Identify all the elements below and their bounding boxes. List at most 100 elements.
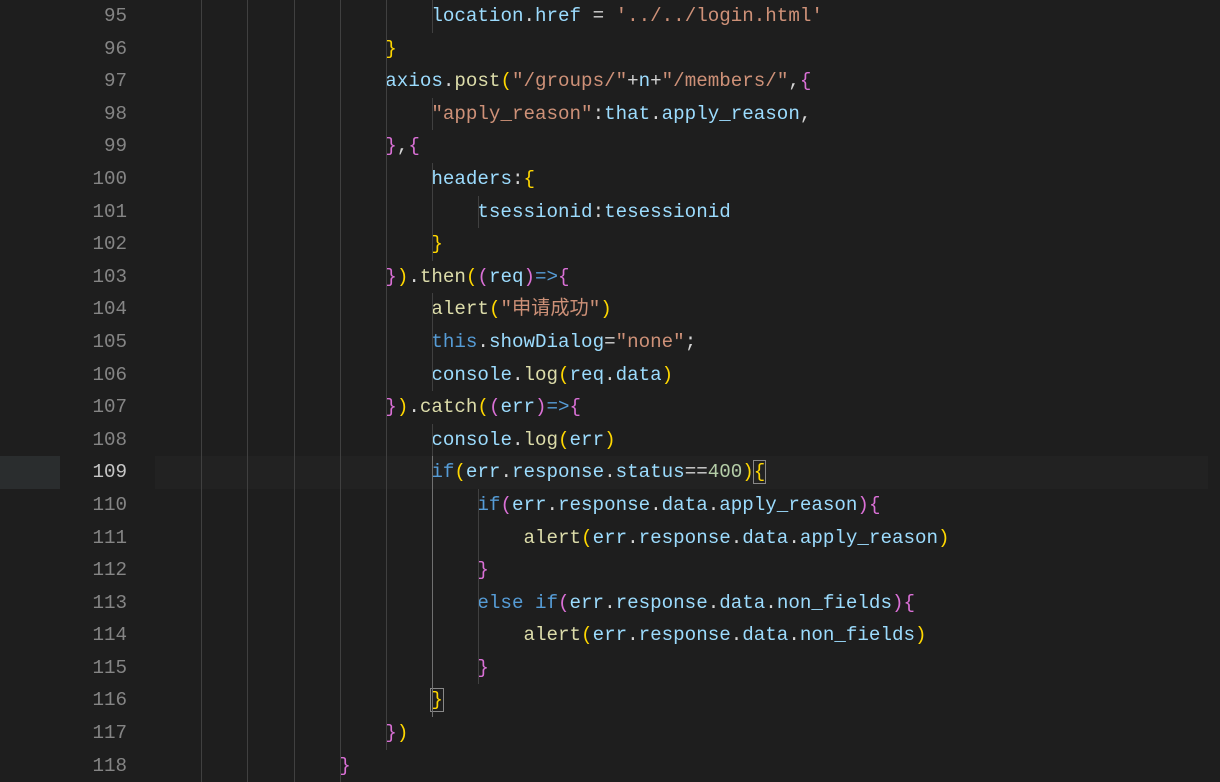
code-line[interactable]: alert(err.response.data.non_fields) — [155, 619, 1220, 652]
line-number: 112 — [0, 554, 127, 587]
indent-guide — [201, 130, 202, 163]
code-line[interactable]: this.showDialog="none"; — [155, 326, 1220, 359]
token-ybrace: ( — [466, 266, 478, 288]
code-line[interactable]: if(err.response.status==400){ — [155, 456, 1220, 489]
indent-guide — [294, 391, 295, 424]
code-line[interactable]: console.log(err) — [155, 424, 1220, 457]
indent-guide — [386, 33, 387, 66]
token-punc: . — [500, 461, 512, 483]
code-line[interactable]: } — [155, 228, 1220, 261]
token-prop: response — [558, 494, 650, 516]
code-line[interactable]: } — [155, 652, 1220, 685]
indent-guide — [247, 65, 248, 98]
indent-guide — [294, 359, 295, 392]
indent-guide — [386, 228, 387, 261]
indent-guide — [247, 489, 248, 522]
token-pbrace: ) — [523, 266, 535, 288]
token-op: + — [627, 70, 639, 92]
token-var: err — [466, 461, 501, 483]
indent-guide — [201, 652, 202, 685]
token-punc: . — [650, 103, 662, 125]
indent-guide — [294, 424, 295, 457]
indent-guide — [386, 261, 387, 294]
code-line[interactable]: location.href = '../../login.html' — [155, 0, 1220, 33]
indent-guide — [340, 293, 341, 326]
indent-guide — [294, 33, 295, 66]
token-punc: . — [788, 527, 800, 549]
code-line[interactable]: } — [155, 554, 1220, 587]
indent-guide — [386, 522, 387, 555]
code-line[interactable]: } — [155, 750, 1220, 782]
indent-guide — [478, 554, 479, 587]
token-var: that — [604, 103, 650, 125]
token-punc: . — [408, 396, 420, 418]
indent-guide — [478, 587, 479, 620]
code-line[interactable]: }).then((req)=>{ — [155, 261, 1220, 294]
code-line[interactable]: },{ — [155, 130, 1220, 163]
token-func: alert — [523, 527, 581, 549]
indent-guide — [386, 98, 387, 131]
code-line[interactable]: }) — [155, 717, 1220, 750]
token-func: log — [523, 429, 558, 451]
code-line[interactable]: } — [155, 684, 1220, 717]
code-line[interactable]: else if(err.response.data.non_fields){ — [155, 587, 1220, 620]
token-punc: . — [523, 5, 535, 27]
indent-guide — [386, 684, 387, 717]
indent-guide — [340, 717, 341, 750]
indent-guide — [201, 489, 202, 522]
token-punc: . — [604, 364, 616, 386]
code-line[interactable]: console.log(req.data) — [155, 359, 1220, 392]
indent-guide — [201, 717, 202, 750]
token-kw: => — [535, 266, 558, 288]
code-line[interactable]: axios.post("/groups/"+n+"/members/",{ — [155, 65, 1220, 98]
token-str: "申请成功" — [500, 298, 600, 320]
code-line[interactable]: }).catch((err)=>{ — [155, 391, 1220, 424]
indent-guide — [432, 0, 433, 33]
code-line[interactable]: alert(err.response.data.apply_reason) — [155, 522, 1220, 555]
token-prop: status — [616, 461, 685, 483]
code-line[interactable]: headers:{ — [155, 163, 1220, 196]
code-line[interactable]: "apply_reason":that.apply_reason, — [155, 98, 1220, 131]
indent-guide — [340, 261, 341, 294]
token-kw: if — [431, 461, 454, 483]
indent-guide — [432, 326, 433, 359]
indent-guide — [201, 619, 202, 652]
indent-guide — [247, 359, 248, 392]
token-var: err — [593, 527, 628, 549]
indent-guide — [294, 98, 295, 131]
indent-guide — [340, 554, 341, 587]
line-number: 107 — [0, 391, 127, 424]
indent-guide — [386, 587, 387, 620]
token-pbrace: ) — [535, 396, 547, 418]
indent-guide — [340, 391, 341, 424]
line-number: 114 — [0, 619, 127, 652]
token-ybrace: ( — [500, 70, 512, 92]
code-editor[interactable]: 9596979899100101102103104105106107108109… — [0, 0, 1220, 773]
token-pbrace: ( — [500, 494, 512, 516]
indent-guide — [294, 750, 295, 782]
token-var: console — [431, 429, 512, 451]
indent-guide — [386, 554, 387, 587]
indent-guide — [340, 98, 341, 131]
token-pbrace: } — [339, 755, 351, 777]
code-line[interactable]: } — [155, 33, 1220, 66]
code-line[interactable]: alert("申请成功") — [155, 293, 1220, 326]
token-punc: . — [788, 624, 800, 646]
code-line[interactable]: tsessionid:tesessionid — [155, 196, 1220, 229]
indent-whitespace — [155, 592, 477, 614]
indent-guide — [340, 65, 341, 98]
code-line[interactable]: if(err.response.data.apply_reason){ — [155, 489, 1220, 522]
scrollbar-track[interactable] — [1208, 0, 1220, 773]
indent-whitespace — [155, 266, 385, 288]
code-area[interactable]: location.href = '../../login.html' } axi… — [155, 0, 1220, 773]
indent-guide — [478, 489, 479, 522]
token-str: "apply_reason" — [431, 103, 592, 125]
token-pbrace: ) — [892, 592, 904, 614]
indent-guide — [340, 130, 341, 163]
indent-guide — [340, 228, 341, 261]
token-punc: . — [512, 429, 524, 451]
indent-whitespace — [155, 135, 385, 157]
token-punc: . — [708, 592, 720, 614]
token-ybrace: } — [385, 38, 397, 60]
token-punc: : — [593, 201, 605, 223]
